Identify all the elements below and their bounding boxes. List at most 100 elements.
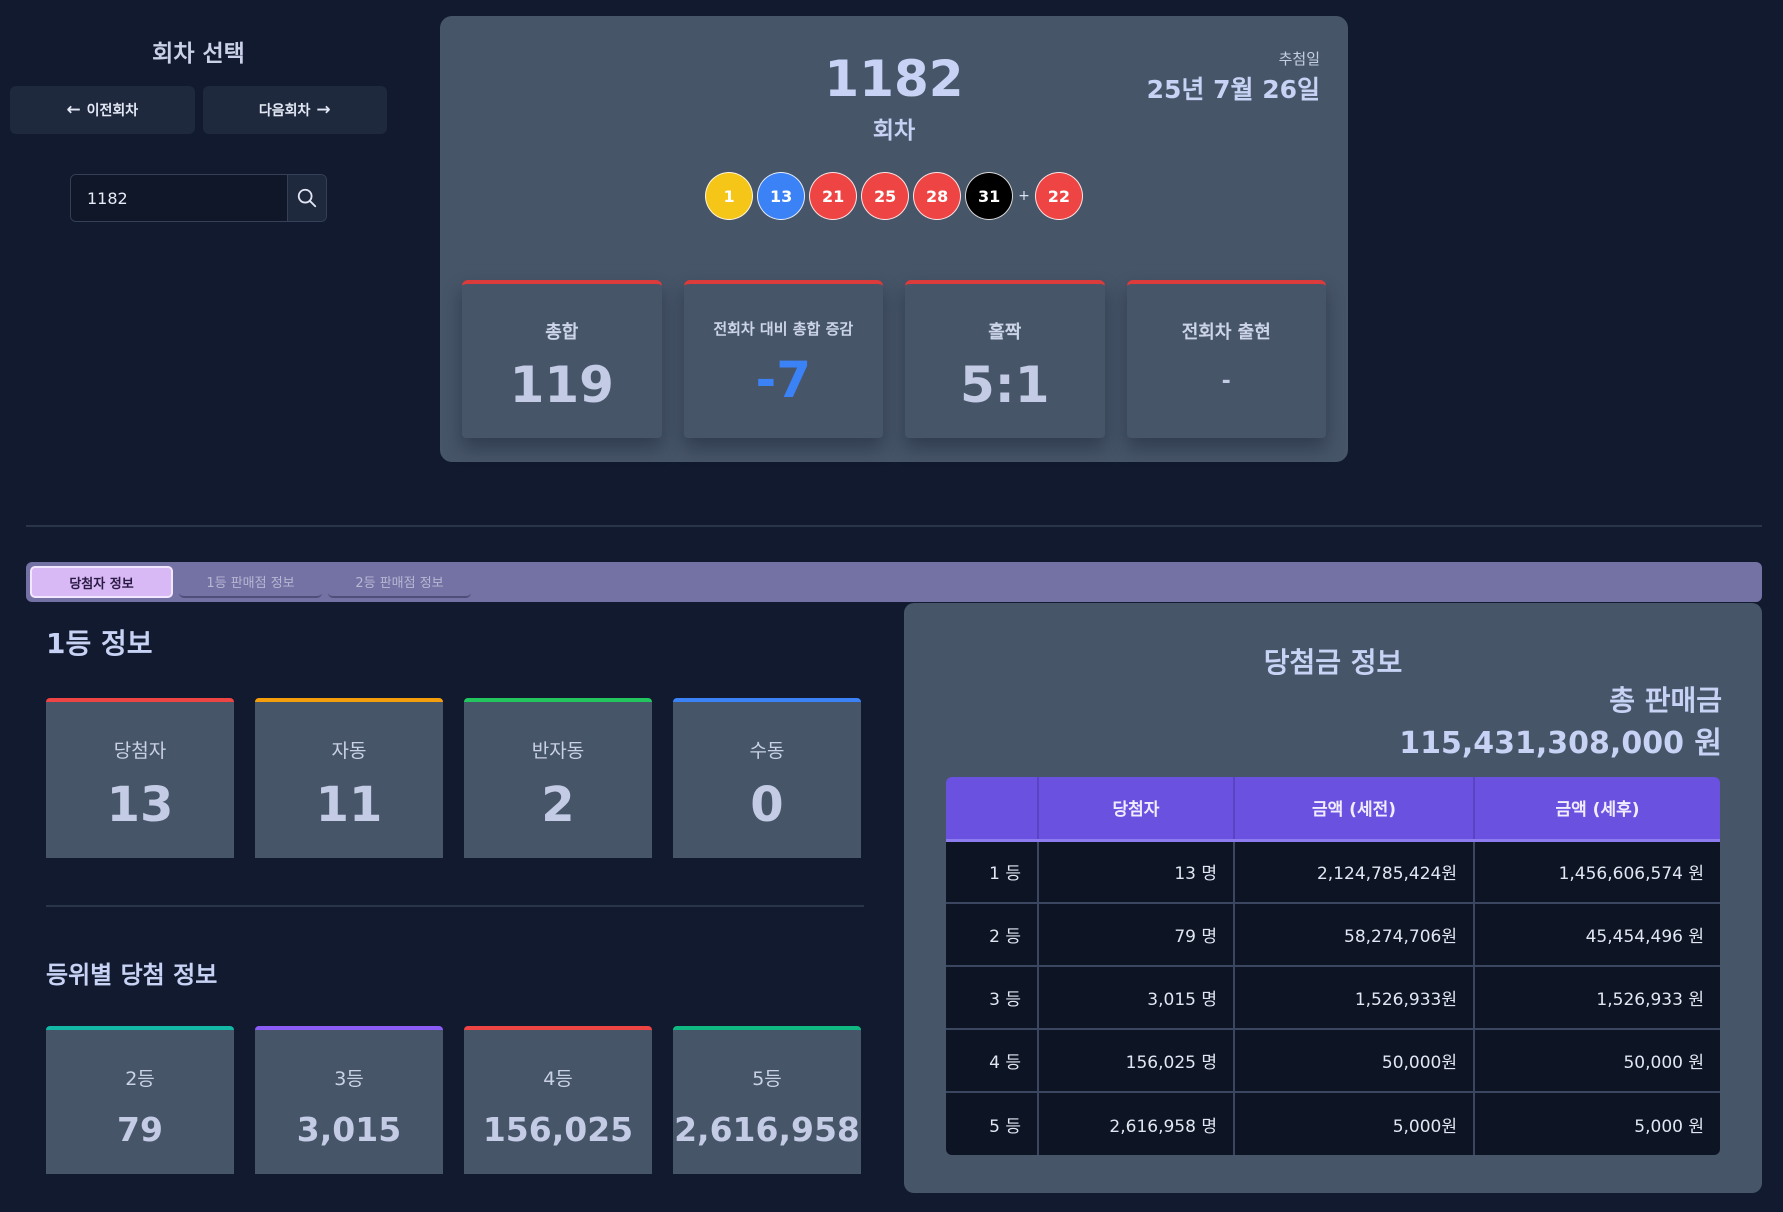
card-value: 156,025 [482,1110,634,1149]
aftertax-cell: 50,000 원 [1474,1029,1720,1093]
round-selector: 회차 선택 ← 이전회차 다음회차 → [10,34,387,222]
number-ball: 13 [757,172,806,220]
pretax-cell: 2,124,785,424원 [1234,840,1475,904]
card-value: 3,015 [296,1110,402,1149]
card-value: 0 [750,777,784,833]
tab-winner-info[interactable]: 당첨자 정보 [30,566,173,598]
aftertax-cell: 1,456,606,574 원 [1474,840,1720,904]
number-ball: 31 [965,172,1014,220]
bonus-ball: 22 [1034,172,1083,220]
rank3-card: 3등 3,015 [255,1026,443,1174]
card-value: 13 [106,777,174,833]
prize-table: 당첨자 금액 (세전) 금액 (세후) 1 등 13 명 2,124,785,4… [946,777,1720,1155]
card-label: 3등 [334,1068,364,1090]
search-icon [297,188,317,208]
number-ball: 1 [705,172,754,220]
number-ball: 28 [913,172,962,220]
card-value: 11 [315,777,383,833]
draw-stats: 총합 119 전회차 대비 총합 증감 -7 홀짝 5:1 전회차 출현 - [462,280,1326,438]
rank-cell: 2 등 [946,903,1039,967]
draw-date-label: 추첨일 [1278,50,1320,68]
tab-first-store-info[interactable]: 1등 판매점 정보 [179,566,322,598]
rank-info-title: 등위별 당첨 정보 [46,961,218,989]
stat-value: - [1221,369,1231,394]
rank-cell: 1 등 [946,840,1039,904]
stat-sum-change: 전회차 대비 총합 증감 -7 [683,280,883,438]
column-header: 금액 (세후) [1474,777,1720,842]
card-label: 자동 [331,740,367,762]
rank-cell: 4 등 [946,1029,1039,1093]
stat-label: 전회차 대비 총합 증감 [713,320,854,338]
card-label: 수동 [749,740,785,762]
prize-info-title: 당첨금 정보 [1263,646,1403,679]
section-divider [46,905,864,907]
stat-sum: 총합 119 [462,280,662,438]
total-sales-value: 115,431,308,000 원 [1399,726,1722,761]
winners-cell: 156,025 명 [1038,1029,1235,1093]
stat-value: 119 [509,356,614,414]
winners-cell: 13 명 [1038,840,1235,904]
rank4-card: 4등 156,025 [464,1026,652,1174]
table-row: 3 등 3,015 명 1,526,933원 1,526,933 원 [946,966,1720,1030]
next-round-label: 다음회차 [258,103,311,119]
rank-cell: 3 등 [946,966,1039,1030]
prev-round-label: 이전회차 [86,103,139,119]
column-header [946,777,1039,842]
card-label: 반자동 [531,740,585,762]
tab-second-store-info[interactable]: 2등 판매점 정보 [328,566,471,598]
card-value: 2,616,958 [674,1110,860,1149]
info-tabs: 당첨자 정보 1등 판매점 정보 2등 판매점 정보 [26,562,1762,602]
winning-numbers: 1 13 21 25 28 31 + 22 [440,172,1348,220]
prev-round-button[interactable]: ← 이전회차 [10,86,195,134]
stat-odd-even: 홀짝 5:1 [905,280,1105,438]
card-label: 당첨자 [113,740,167,762]
first-prize-cards: 당첨자 13 자동 11 반자동 2 수동 0 [46,698,861,858]
card-label: 5등 [752,1068,782,1090]
stat-value: 5:1 [959,356,1050,414]
next-round-button[interactable]: 다음회차 → [202,86,387,134]
number-ball: 25 [861,172,910,220]
table-row: 4 등 156,025 명 50,000원 50,000 원 [946,1029,1720,1093]
stat-value: -7 [755,351,812,409]
pretax-cell: 58,274,706원 [1234,903,1475,967]
card-label: 4등 [543,1068,573,1090]
stat-label: 총합 [545,322,579,343]
round-search-input[interactable] [71,175,287,221]
plus-icon: + [1018,188,1030,204]
pretax-cell: 50,000원 [1234,1029,1475,1093]
pretax-cell: 5,000원 [1234,1092,1475,1155]
prize-info-panel: 당첨금 정보 총 판매금 115,431,308,000 원 당첨자 금액 (세… [904,603,1762,1193]
selector-title: 회차 선택 [152,41,245,67]
draw-result-card: 1182 회차 추첨일 25년 7월 26일 1 13 21 25 28 31 … [440,16,1348,462]
stat-prev-appearance: 전회차 출현 - [1126,280,1326,438]
winners-cell: 79 명 [1038,903,1235,967]
aftertax-cell: 5,000 원 [1474,1092,1720,1155]
table-row: 1 등 13 명 2,124,785,424원 1,456,606,574 원 [946,840,1720,904]
round-nav: ← 이전회차 다음회차 → [10,86,387,134]
semi-auto-count-card: 반자동 2 [464,698,652,858]
table-row: 2 등 79 명 58,274,706원 45,454,496 원 [946,903,1720,967]
card-value: 79 [117,1110,163,1149]
number-ball: 21 [809,172,858,220]
rank-info-cards: 2등 79 3등 3,015 4등 156,025 5등 2,616,958 [46,1026,861,1174]
round-search [70,174,327,222]
search-button[interactable] [287,175,326,221]
first-prize-title: 1등 정보 [46,627,153,660]
winners-cell: 2,616,958 명 [1038,1092,1235,1155]
round-suffix: 회차 [872,118,916,144]
column-header: 금액 (세전) [1234,777,1475,842]
card-label: 2등 [125,1068,155,1090]
total-sales-label: 총 판매금 [1609,684,1722,717]
stat-label: 전회차 출현 [1181,322,1271,343]
rank2-card: 2등 79 [46,1026,234,1174]
aftertax-cell: 45,454,496 원 [1474,903,1720,967]
stat-label: 홀짝 [988,322,1022,343]
draw-date: 25년 7월 26일 [1146,75,1320,104]
arrow-right-icon: → [316,99,331,120]
auto-count-card: 자동 11 [255,698,443,858]
winners-cell: 3,015 명 [1038,966,1235,1030]
aftertax-cell: 1,526,933 원 [1474,966,1720,1030]
winner-count-card: 당첨자 13 [46,698,234,858]
pretax-cell: 1,526,933원 [1234,966,1475,1030]
section-divider [26,525,1762,527]
